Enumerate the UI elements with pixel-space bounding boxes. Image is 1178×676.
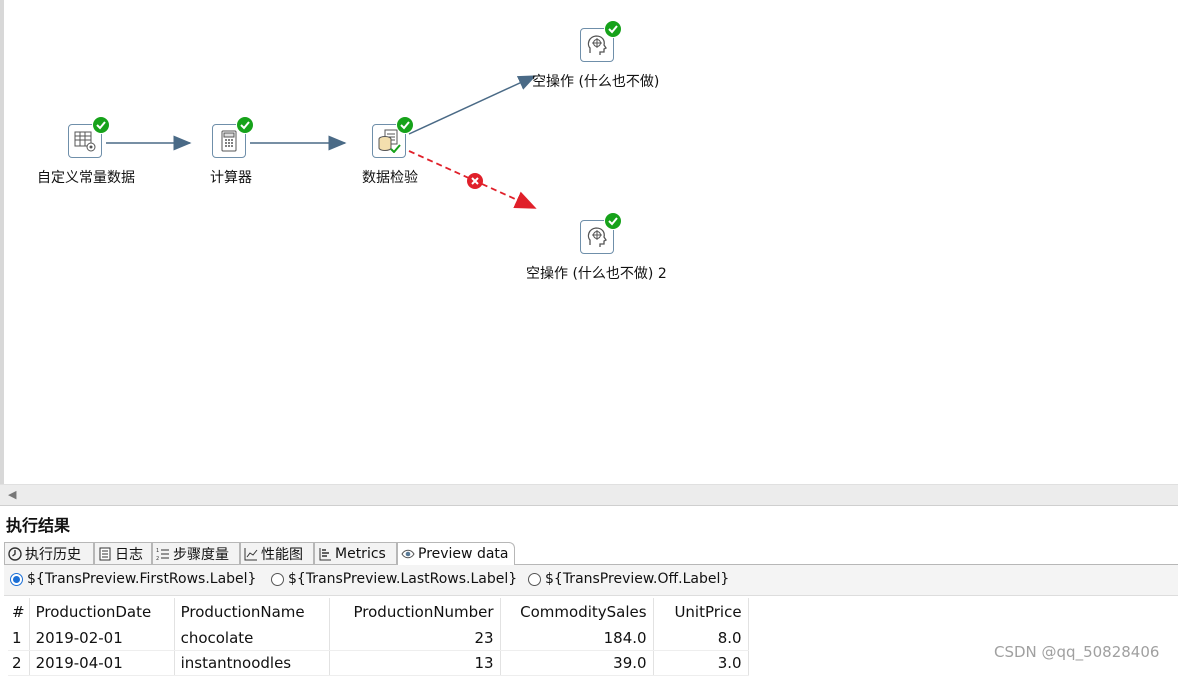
history-icon	[8, 546, 22, 561]
table-cell[interactable]: 3.0	[653, 650, 749, 676]
tab-preview-data[interactable]: Preview data	[397, 542, 515, 565]
column-header[interactable]: CommoditySales	[500, 598, 654, 626]
step-label: 自定义常量数据	[37, 170, 135, 186]
radio-off[interactable]: ${TransPreview.Off.Label}	[528, 571, 729, 587]
transformation-canvas[interactable]: 自定义常量数据 计算器 数据检验 空操作 (什么也不做) 空操作 (什么也不做)…	[0, 0, 1178, 484]
column-header[interactable]: ProductionName	[174, 598, 330, 626]
tab-metrics[interactable]: Metrics	[314, 542, 397, 564]
step-calculator[interactable]	[212, 116, 254, 160]
step-metrics-icon: 12	[156, 547, 170, 562]
step-dummy-2[interactable]	[580, 212, 622, 256]
row-number: 2	[8, 650, 30, 676]
hop-validator-to-dummy[interactable]	[408, 75, 537, 135]
row-number: 1	[8, 626, 30, 651]
radio-button[interactable]	[10, 572, 23, 586]
success-check-icon	[236, 116, 254, 134]
tab-label: 步骤度量	[173, 546, 229, 563]
table-cell[interactable]: 2019-04-01	[29, 650, 175, 676]
step-data-validator[interactable]	[372, 116, 414, 160]
success-check-icon	[92, 116, 110, 134]
table-cell[interactable]: 39.0	[500, 650, 654, 676]
tab-label: Metrics	[335, 545, 386, 562]
preview-data-table: # ProductionDate ProductionName Producti…	[8, 598, 749, 676]
table-cell[interactable]: instantnoodles	[174, 650, 330, 676]
canvas-horizontal-scrollbar[interactable]: ◀	[0, 484, 1178, 506]
tab-step-metrics[interactable]: 12 步骤度量	[152, 542, 240, 564]
svg-text:1: 1	[156, 548, 159, 554]
table-cell[interactable]: 23	[329, 626, 501, 651]
radio-label: ${TransPreview.FirstRows.Label}	[27, 571, 257, 587]
step-label: 空操作 (什么也不做)	[532, 74, 660, 90]
radio-label: ${TransPreview.Off.Label}	[545, 571, 730, 587]
table-header-row: # ProductionDate ProductionName Producti…	[8, 598, 749, 626]
table-row[interactable]: 1 2019-02-01 chocolate 23 184.0 8.0	[8, 626, 749, 651]
table-row[interactable]: 2 2019-04-01 instantnoodles 13 39.0 3.0	[8, 650, 749, 676]
tab-label: 执行历史	[25, 546, 81, 563]
tab-performance-chart[interactable]: 性能图	[240, 542, 314, 564]
preview-mode-options: ${TransPreview.FirstRows.Label} ${TransP…	[4, 565, 1178, 596]
success-check-icon	[604, 212, 622, 230]
table-cell[interactable]: 13	[329, 650, 501, 676]
metrics-icon	[318, 547, 332, 561]
step-dummy[interactable]	[580, 20, 622, 64]
table-cell[interactable]: 184.0	[500, 626, 654, 651]
column-header[interactable]: #	[8, 598, 30, 626]
eye-icon	[401, 547, 415, 561]
radio-first-rows[interactable]: ${TransPreview.FirstRows.Label}	[10, 571, 256, 587]
radio-label: ${TransPreview.LastRows.Label}	[288, 571, 518, 587]
tab-label: 性能图	[261, 546, 303, 563]
error-hop-icon	[467, 173, 483, 189]
radio-button[interactable]	[271, 572, 284, 586]
results-tabbar: 执行历史 日志 12 步骤度量 性能图 Metrics Preview data	[4, 540, 1178, 565]
scroll-left-icon[interactable]: ◀	[8, 488, 16, 501]
log-icon	[98, 547, 112, 561]
tab-label: 日志	[115, 546, 143, 563]
success-check-icon	[396, 116, 414, 134]
step-label: 数据检验	[362, 170, 418, 186]
table-cell[interactable]: 8.0	[653, 626, 749, 651]
radio-button[interactable]	[528, 572, 541, 586]
success-check-icon	[604, 20, 622, 38]
performance-chart-icon	[244, 547, 258, 561]
column-header[interactable]: ProductionNumber	[329, 598, 501, 626]
table-cell[interactable]: chocolate	[174, 626, 330, 651]
step-custom-constants[interactable]	[68, 116, 110, 160]
table-cell[interactable]: 2019-02-01	[29, 626, 175, 651]
svg-text:2: 2	[156, 556, 159, 561]
step-label: 计算器	[210, 170, 252, 186]
column-header[interactable]: ProductionDate	[29, 598, 175, 626]
column-header[interactable]: UnitPrice	[653, 598, 749, 626]
tab-log[interactable]: 日志	[94, 542, 152, 564]
tab-execution-history[interactable]: 执行历史	[4, 542, 94, 564]
watermark: CSDN @qq_50828406	[994, 643, 1160, 661]
step-label: 空操作 (什么也不做) 2	[526, 266, 667, 282]
tab-label: Preview data	[418, 546, 509, 562]
panel-title: 执行结果	[6, 516, 71, 535]
radio-last-rows[interactable]: ${TransPreview.LastRows.Label}	[271, 571, 517, 587]
